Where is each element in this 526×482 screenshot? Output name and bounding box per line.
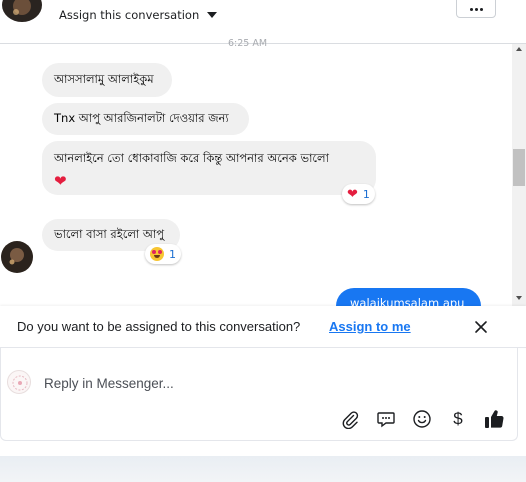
incoming-message[interactable]: আসসালামু আলাইকুম (42, 63, 172, 97)
message-text: ভালো বাসা রইলো আপু (54, 226, 165, 241)
message-reaction[interactable]: 1 (145, 244, 181, 264)
reaction-count: 1 (169, 247, 176, 261)
close-icon[interactable] (473, 319, 489, 335)
saved-replies-icon[interactable] (375, 408, 397, 430)
assign-question: Do you want to be assigned to this conve… (17, 319, 301, 334)
heart-eyes-icon (150, 247, 164, 261)
message-text: আসসালামু আলাইকুম (54, 71, 154, 86)
thumbs-up-icon[interactable] (483, 408, 505, 430)
page-footer-strip (0, 456, 526, 482)
caret-down-icon (207, 12, 218, 18)
scroll-up-icon[interactable] (516, 47, 522, 51)
page-avatar (7, 370, 31, 394)
scrollbar-thumb[interactable] (513, 149, 525, 186)
emoji-icon[interactable] (411, 408, 433, 430)
message-timestamp: 6:25 AM (228, 38, 268, 49)
scroll-down-icon[interactable] (516, 296, 522, 300)
message-scrollbar[interactable] (512, 44, 526, 306)
attachment-icon[interactable] (339, 408, 361, 430)
reply-composer: $ (0, 348, 518, 441)
heart-emoji: ❤ (54, 172, 67, 190)
assign-conversation-dropdown[interactable]: Assign this conversation (59, 6, 218, 24)
reaction-count: 1 (362, 187, 370, 201)
contact-avatar[interactable] (2, 0, 42, 22)
sender-avatar[interactable] (1, 241, 33, 273)
more-options-button[interactable] (456, 0, 496, 18)
assign-conversation-label: Assign this conversation (59, 8, 200, 22)
dot (474, 8, 478, 11)
incoming-message[interactable]: আনলাইনে তো ধোকাবাজি করে কিন্তু আপনার অনে… (42, 141, 376, 195)
dollar-icon[interactable]: $ (447, 408, 469, 430)
dot (469, 8, 473, 11)
assign-banner: Do you want to be assigned to this conve… (0, 306, 526, 348)
message-text: আনলাইনে তো ধোকাবাজি করে কিন্তু আপনার অনে… (54, 151, 329, 165)
message-reaction[interactable]: ❤ 1 (342, 184, 375, 204)
message-text: Tnx আপু আরজিনালটা দেওয়ার জন্য (54, 110, 229, 125)
reply-input[interactable] (44, 376, 464, 391)
heart-icon: ❤ (347, 186, 358, 202)
assign-to-me-link[interactable]: Assign to me (329, 319, 411, 334)
incoming-message[interactable]: Tnx আপু আরজিনালটা দেওয়ার জন্য (42, 103, 249, 135)
dot (479, 8, 483, 11)
